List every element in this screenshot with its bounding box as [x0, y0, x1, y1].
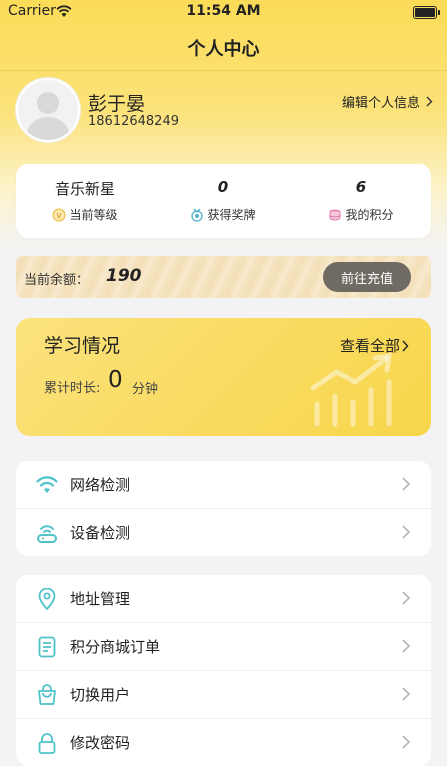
menu-label-switch-user: 切换用户: [70, 686, 131, 704]
chevron-right-icon: [402, 477, 411, 491]
study-time-value: 0: [108, 367, 123, 393]
stat-points-value: 6: [355, 178, 367, 196]
menu-item-change-password[interactable]: 修改密码: [16, 718, 431, 766]
chevron-right-icon: [402, 591, 411, 605]
wifi-icon: [36, 475, 58, 493]
stat-medals[interactable]: 0 获得奖牌: [154, 178, 292, 223]
menu-label-points-orders: 积分商城订单: [70, 638, 161, 656]
points-icon: [330, 209, 341, 220]
chevron-right-icon: [402, 340, 409, 351]
stat-medals-value: 0: [217, 178, 229, 196]
stat-medals-label: 获得奖牌: [207, 208, 256, 222]
avatar[interactable]: [16, 78, 80, 142]
stat-level[interactable]: 音乐新星 V 当前等级: [16, 178, 154, 223]
growth-chart-icon: [310, 353, 392, 427]
balance-bar: 当前余额： 190 前往充值: [16, 256, 431, 298]
edit-profile-label: 编辑个人信息: [341, 96, 420, 111]
user-phone: 18612648249: [88, 114, 179, 129]
chevron-right-icon: [402, 639, 411, 653]
location-icon: [38, 587, 56, 610]
lock-icon: [38, 732, 56, 754]
page-title: 个人中心: [187, 39, 260, 60]
svg-text:V: V: [57, 212, 62, 220]
menu-group-detection: 网络检测 设备检测: [16, 461, 431, 556]
stat-level-label: 当前等级: [69, 208, 118, 222]
user-name: 彭于晏: [88, 93, 146, 115]
menu-item-address[interactable]: 地址管理: [16, 575, 431, 622]
status-time: 11:54 AM: [186, 3, 261, 19]
chevron-right-icon: [402, 525, 411, 539]
menu-item-device-check[interactable]: 设备检测: [16, 508, 431, 556]
medal-icon: [191, 208, 204, 222]
menu-label-network-check: 网络检测: [70, 476, 131, 494]
battery-icon: [413, 6, 440, 19]
balance-label: 当前余额：: [24, 273, 90, 288]
study-title: 学习情况: [44, 335, 121, 357]
stat-level-value: 音乐新星: [54, 180, 115, 198]
stat-points-label: 我的积分: [345, 208, 394, 222]
status-bar: Carrier 11:54 AM: [0, 0, 447, 24]
level-icon: V: [52, 208, 66, 221]
device-icon: [37, 524, 57, 543]
menu-item-network-check[interactable]: 网络检测: [16, 461, 431, 508]
chevron-right-icon: [402, 735, 411, 749]
study-card[interactable]: 学习情况 查看全部 累计时长: 0 分钟: [16, 318, 431, 436]
edit-profile-link[interactable]: 编辑个人信息: [342, 92, 433, 111]
nav-divider: [0, 70, 447, 71]
order-icon: [38, 636, 56, 657]
chevron-right-icon: [426, 96, 433, 107]
balance-value: 190: [106, 266, 142, 286]
recharge-button[interactable]: 前往充值: [323, 262, 411, 292]
menu-group-account: 地址管理 积分商城订单 切换用户 修改密码: [16, 575, 431, 766]
study-time-unit: 分钟: [132, 382, 159, 397]
menu-item-switch-user[interactable]: 切换用户: [16, 670, 431, 718]
menu-label-device-check: 设备检测: [70, 524, 131, 542]
menu-item-points-orders[interactable]: 积分商城订单: [16, 622, 431, 670]
menu-label-address: 地址管理: [70, 590, 131, 608]
default-avatar-icon: [18, 80, 78, 140]
study-time-label: 累计时长:: [44, 381, 101, 396]
chevron-right-icon: [402, 687, 411, 701]
bag-icon: [38, 683, 56, 705]
stats-card: 音乐新星 V 当前等级 0 获得奖牌 6 我的积分: [16, 164, 431, 238]
stat-points[interactable]: 6 我的积分: [292, 178, 430, 223]
